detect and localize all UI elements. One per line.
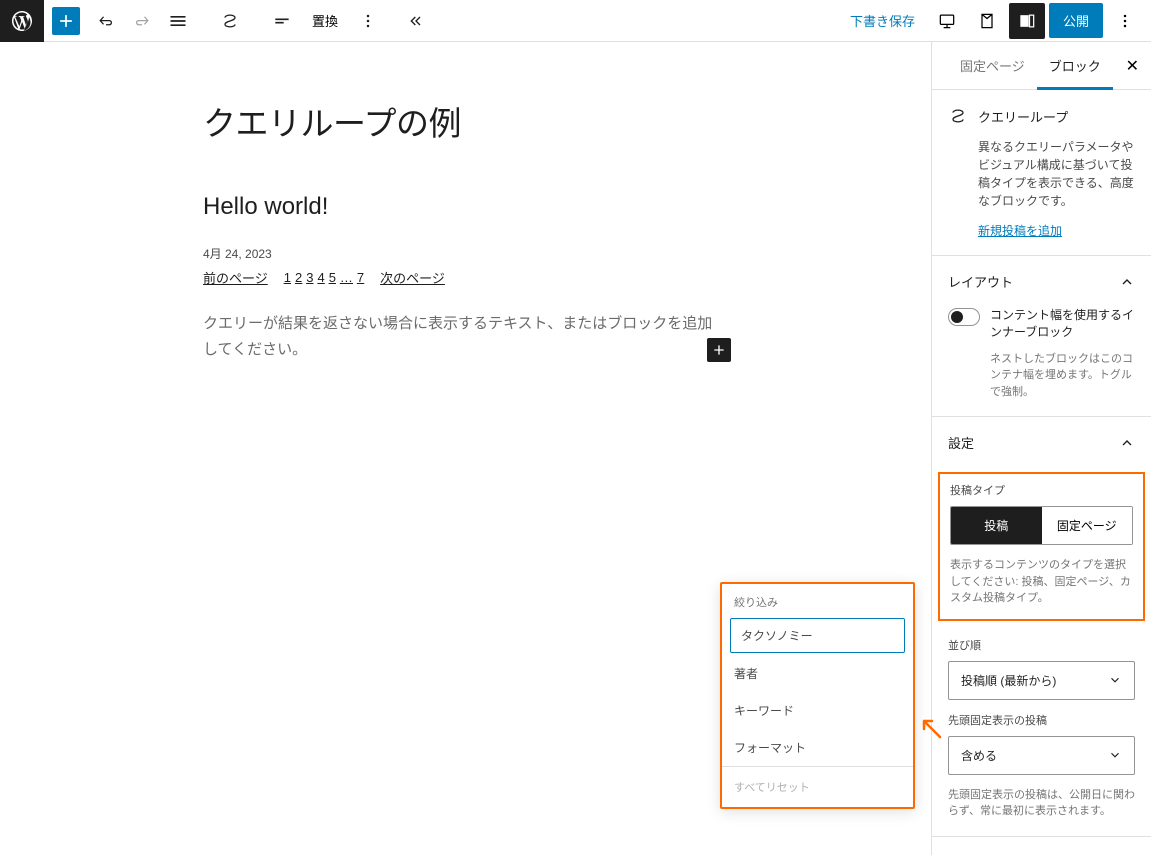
collapse-toolbar-button[interactable] [398,3,434,39]
pagination: 前のページ 1 2 3 4 5 … 7 次のページ [203,268,723,287]
more-options-button[interactable] [350,3,386,39]
align-button[interactable] [264,3,300,39]
settings-sidebar-button[interactable] [1009,3,1045,39]
tab-block[interactable]: ブロック [1037,42,1113,90]
toolbar-right: 下書き保存 公開 [840,3,1143,39]
preview-button[interactable] [969,3,1005,39]
display-panel: 表示 ページごとの投稿数 [932,837,1151,855]
sidebar-tabs: 固定ページ ブロック ✕ [932,42,1151,90]
post-type-segment: 投稿 固定ページ [950,506,1133,545]
page-number[interactable]: 3 [306,270,313,285]
page-number[interactable]: 2 [295,270,302,285]
block-title: クエリーループ [978,107,1068,126]
sticky-label: 先頭固定表示の投稿 [948,712,1135,728]
page-numbers: 1 2 3 4 5 … 7 [284,270,364,285]
order-select[interactable]: 投稿順 (最新から) [948,661,1135,700]
main-container: クエリループの例 Hello world! 4月 24, 2023 前のページ … [0,42,1151,855]
settings-panel: 設定 投稿タイプ 投稿 固定ページ 表示するコンテンツのタイプを選択してください… [932,417,1151,837]
publish-button[interactable]: 公開 [1049,3,1103,38]
filter-reset-all[interactable]: すべてリセット [722,766,913,807]
no-results-text[interactable]: クエリーが結果を返さない場合に表示するテキスト、またはブロックを追加してください… [203,311,723,362]
order-label: 並び順 [948,637,1135,653]
content-wrap: クエリループの例 Hello world! 4月 24, 2023 前のページ … [203,97,723,362]
layout-panel: レイアウト コンテント幅を使用するインナーブロック ネストしたブロックはこのコン… [932,256,1151,417]
post-title[interactable]: Hello world! [203,193,723,221]
chevron-up-icon [1119,274,1135,290]
filter-option-author[interactable]: 著者 [722,655,913,692]
chevron-up-icon [1119,435,1135,451]
toggle-help-text: ネストしたブロックはこのコンテナ幅を埋めます。トグルで強制。 [948,351,1135,401]
page-ellipsis: … [340,270,353,285]
block-info-panel: クエリーループ 異なるクエリーパラメータやビジュアル構成に基づいて投稿タイプを表… [932,90,1151,256]
settings-panel-header[interactable]: 設定 [932,417,1151,468]
query-loop-icon [948,106,968,126]
filter-option-keyword[interactable]: キーワード [722,692,913,729]
redo-button[interactable] [124,3,160,39]
sticky-help: 先頭固定表示の投稿は、公開日に関わらず、常に最初に表示されます。 [948,787,1135,820]
page-number[interactable]: 5 [329,270,336,285]
preview-desktop-button[interactable] [929,3,965,39]
list-view-button[interactable] [160,3,196,39]
add-block-button[interactable] [52,7,80,35]
next-page-link[interactable]: 次のページ [380,268,445,287]
tab-page[interactable]: 固定ページ [948,42,1037,90]
undo-button[interactable] [88,3,124,39]
page-number[interactable]: 4 [317,270,324,285]
options-button[interactable] [1107,3,1143,39]
layout-panel-header[interactable]: レイアウト [932,256,1151,307]
page-number[interactable]: 1 [284,270,291,285]
toolbar-left: 置換 [0,0,434,41]
save-draft-button[interactable]: 下書き保存 [840,5,925,36]
page-number[interactable]: 7 [357,270,364,285]
close-sidebar-button[interactable]: ✕ [1126,56,1139,76]
post-type-help: 表示するコンテンツのタイプを選択してください: 投稿、固定ページ、カスタム投稿タ… [950,557,1133,607]
filter-option-format[interactable]: フォーマット [722,729,913,766]
post-type-highlight: 投稿タイプ 投稿 固定ページ 表示するコンテンツのタイプを選択してください: 投… [938,472,1145,621]
top-toolbar: 置換 下書き保存 公開 [0,0,1151,42]
chevron-down-icon [1108,673,1122,687]
toggle-label: コンテント幅を使用するインナーブロック [990,307,1135,341]
filter-popover: 絞り込み タクソノミー 著者 キーワード フォーマット すべてリセット [720,582,915,809]
sticky-select[interactable]: 含める [948,736,1135,775]
settings-sidebar: 固定ページ ブロック ✕ クエリーループ 異なるクエリーパラメータやビジュアル構… [931,42,1151,855]
prev-page-link[interactable]: 前のページ [203,268,268,287]
page-title[interactable]: クエリループの例 [203,97,723,145]
post-date: 4月 24, 2023 [203,245,723,262]
post-type-label: 投稿タイプ [950,482,1133,498]
add-new-post-link[interactable]: 新規投稿を追加 [948,224,1062,238]
block-description: 異なるクエリーパラメータやビジュアル構成に基づいて投稿タイプを表示できる、高度な… [948,138,1135,210]
post-type-page-button[interactable]: 固定ページ [1042,507,1133,544]
wordpress-logo[interactable] [0,0,44,42]
chevron-down-icon [1108,748,1122,762]
inner-blocks-width-toggle[interactable] [948,308,980,326]
replace-button[interactable]: 置換 [300,5,350,36]
post-type-post-button[interactable]: 投稿 [951,507,1042,544]
loop-icon[interactable] [212,3,248,39]
add-inner-block-button[interactable] [707,338,731,362]
popover-header: 絞り込み [722,584,913,616]
filter-option-taxonomy[interactable]: タクソノミー [730,618,905,653]
